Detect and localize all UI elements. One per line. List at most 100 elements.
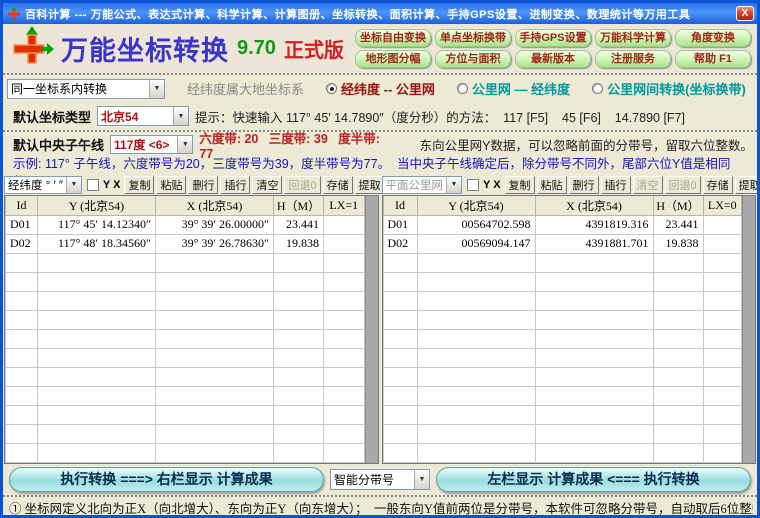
radio-icon[interactable] <box>592 83 603 94</box>
cell[interactable] <box>156 424 274 443</box>
cell[interactable] <box>324 367 365 386</box>
table-row-empty[interactable] <box>6 386 365 405</box>
cell[interactable] <box>417 424 535 443</box>
convert-to-right-button[interactable]: 执行转换 ===> 右栏显示 计算成果 <box>9 467 324 492</box>
cell[interactable] <box>653 348 703 367</box>
table-row[interactable]: D01 00564702.598 4391819.316 23.441 <box>383 215 742 234</box>
cell[interactable] <box>703 253 742 272</box>
cell[interactable] <box>703 329 742 348</box>
table-row-empty[interactable] <box>6 348 365 367</box>
angle-convert-button[interactable]: 角度变换 <box>675 29 751 47</box>
cell[interactable] <box>653 310 703 329</box>
cell[interactable]: 19.838 <box>653 234 703 253</box>
close-icon[interactable]: X <box>736 6 754 21</box>
insert-row-button[interactable]: 插行 <box>601 176 631 194</box>
cell[interactable] <box>703 386 742 405</box>
cell[interactable] <box>324 405 365 424</box>
table-row-empty[interactable] <box>6 329 365 348</box>
cell[interactable]: 00569094.147 <box>417 234 535 253</box>
yx-swap-checkbox[interactable] <box>467 179 479 191</box>
coord-type-combo[interactable]: 北京54 ▼ <box>97 106 189 126</box>
cell[interactable] <box>383 424 417 443</box>
cell[interactable] <box>417 443 535 462</box>
cell[interactable] <box>535 253 653 272</box>
radio-grid-to-latlon[interactable]: 公里网 — 经纬度 <box>457 79 570 98</box>
chevron-down-icon[interactable]: ▼ <box>414 470 429 489</box>
cell[interactable] <box>535 272 653 291</box>
cell[interactable] <box>535 367 653 386</box>
cell[interactable] <box>383 367 417 386</box>
cell[interactable] <box>38 291 156 310</box>
cell[interactable] <box>535 386 653 405</box>
clear-button[interactable]: 清空 <box>252 176 282 194</box>
paste-button[interactable]: 粘贴 <box>156 176 186 194</box>
cell[interactable] <box>38 424 156 443</box>
copy-button[interactable]: 复制 <box>505 176 535 194</box>
table-row-empty[interactable] <box>383 253 742 272</box>
cell[interactable] <box>383 405 417 424</box>
table-row-empty[interactable] <box>383 443 742 462</box>
cell[interactable] <box>535 310 653 329</box>
cell[interactable] <box>417 272 535 291</box>
cell[interactable] <box>703 405 742 424</box>
table-row-empty[interactable] <box>383 386 742 405</box>
cell[interactable] <box>38 386 156 405</box>
cell[interactable] <box>383 291 417 310</box>
cell[interactable] <box>703 234 742 253</box>
cell[interactable] <box>324 272 365 291</box>
cell[interactable] <box>274 272 324 291</box>
cell[interactable] <box>6 405 38 424</box>
table-row[interactable]: D01 117° 45′ 14.12340″ 39° 39′ 26.00000″… <box>6 215 365 234</box>
cell[interactable] <box>703 272 742 291</box>
cell[interactable] <box>703 310 742 329</box>
cell[interactable] <box>417 386 535 405</box>
cell[interactable] <box>417 329 535 348</box>
cell[interactable]: 19.838 <box>274 234 324 253</box>
cell[interactable] <box>6 443 38 462</box>
cell[interactable] <box>156 405 274 424</box>
table-row-empty[interactable] <box>383 310 742 329</box>
cell[interactable] <box>324 348 365 367</box>
table-row-empty[interactable] <box>383 424 742 443</box>
table-row-empty[interactable] <box>6 272 365 291</box>
cell[interactable] <box>6 424 38 443</box>
cell[interactable] <box>417 291 535 310</box>
cell[interactable] <box>417 405 535 424</box>
convert-to-left-button[interactable]: 左栏显示 计算成果 <=== 执行转换 <box>436 467 751 492</box>
cell[interactable]: D01 <box>383 215 417 234</box>
cell[interactable]: 39° 39′ 26.00000″ <box>156 215 274 234</box>
free-transform-button[interactable]: 坐标自由变换 <box>355 29 431 47</box>
cell[interactable]: 39° 39′ 26.78630″ <box>156 234 274 253</box>
cell[interactable] <box>6 253 38 272</box>
table-row[interactable]: D02 00569094.147 4391881.701 19.838 <box>383 234 742 253</box>
cell[interactable] <box>274 405 324 424</box>
cell[interactable] <box>274 424 324 443</box>
cell[interactable] <box>535 443 653 462</box>
radio-latlon-to-grid[interactable]: 经纬度 -- 公里网 <box>326 79 435 98</box>
vertical-scrollbar[interactable] <box>365 196 378 463</box>
cell[interactable]: 4391881.701 <box>535 234 653 253</box>
cell[interactable] <box>653 386 703 405</box>
copy-button[interactable]: 复制 <box>124 176 154 194</box>
radio-grid-zone-transform[interactable]: 公里网间转换(坐标换带) <box>592 79 746 98</box>
cell[interactable]: 23.441 <box>653 215 703 234</box>
cell[interactable] <box>535 424 653 443</box>
cell[interactable] <box>6 272 38 291</box>
cell[interactable] <box>6 386 38 405</box>
help-button[interactable]: 帮助 F1 <box>675 50 751 68</box>
cell[interactable] <box>324 310 365 329</box>
store-button[interactable]: 存储 <box>323 176 353 194</box>
cell[interactable] <box>274 367 324 386</box>
table-row-empty[interactable] <box>6 405 365 424</box>
cell[interactable] <box>653 443 703 462</box>
cell[interactable] <box>383 348 417 367</box>
conversion-mode-combo[interactable]: 同一坐标系内转换 ▼ <box>7 79 165 99</box>
cell[interactable] <box>703 424 742 443</box>
azimuth-area-button[interactable]: 方位与面积 <box>435 50 511 68</box>
latest-version-button[interactable]: 最新版本 <box>515 50 591 68</box>
cell[interactable]: D02 <box>6 234 38 253</box>
cell[interactable]: 23.441 <box>274 215 324 234</box>
cell[interactable] <box>38 405 156 424</box>
cell[interactable] <box>6 291 38 310</box>
cell[interactable]: 117° 48′ 18.34560″ <box>38 234 156 253</box>
